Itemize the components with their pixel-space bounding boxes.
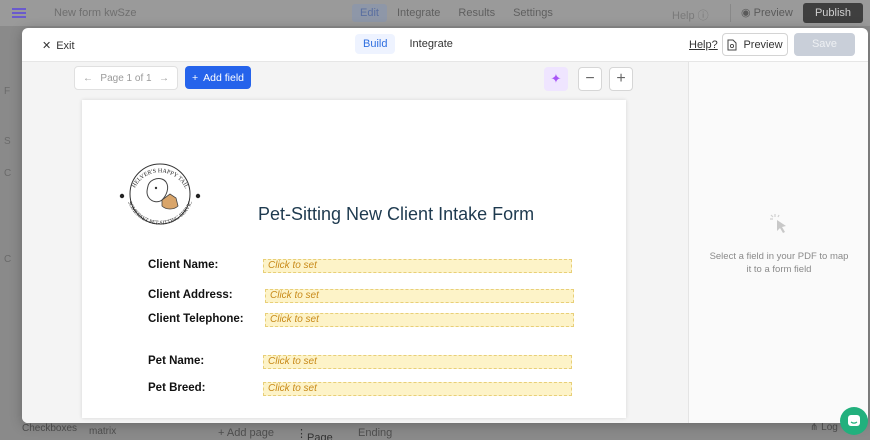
modal-tabs: Build Integrate: [355, 34, 461, 54]
tab-integrate[interactable]: Integrate: [401, 34, 460, 54]
bg-left-letter: C: [4, 254, 12, 265]
bg-matrix: matrix: [89, 426, 117, 437]
auto-detect-sparkle-button[interactable]: ✦: [544, 67, 568, 91]
background-help: Help ⓘ: [672, 10, 709, 22]
field-client-telephone[interactable]: Click to set: [265, 313, 574, 327]
field-label-client-telephone: Client Telephone:: [148, 313, 244, 325]
add-field-button[interactable]: + Add field: [185, 66, 251, 89]
field-pet-name[interactable]: Click to set: [263, 355, 572, 369]
background-help-label: Help: [672, 10, 695, 22]
nav-settings: Settings: [513, 7, 553, 19]
plus-icon: +: [191, 71, 199, 84]
field-label-pet-breed: Pet Breed:: [148, 382, 206, 394]
page-pager: ← Page 1 of 1 →: [74, 66, 178, 90]
field-client-address[interactable]: Click to set: [265, 289, 574, 303]
minus-icon: −: [585, 70, 595, 87]
preview-label: Preview: [743, 38, 783, 51]
background-publish-button: Publish: [803, 3, 863, 23]
bg-left-letter: C: [4, 168, 12, 179]
exit-button[interactable]: ✕ Exit: [42, 39, 75, 53]
svg-text:HELVER'S HAPPY TAILS: HELVER'S HAPPY TAILS: [112, 154, 189, 190]
cursor-click-icon: [770, 214, 786, 233]
page-indicator: Page 1 of 1: [100, 72, 152, 84]
pet-sitting-logo: HELVER'S HAPPY TAILS SOMERSET PET-SITTIN…: [112, 154, 201, 227]
field-label-pet-name: Pet Name:: [148, 355, 205, 367]
pdf-workspace: ← Page 1 of 1 → + Add field ✦ − + HELVER…: [22, 62, 688, 423]
nav-results: Results: [458, 7, 496, 19]
bg-add-page: + Add page: [218, 427, 274, 439]
field-label-client-address: Client Address:: [148, 289, 233, 301]
menu-icon: [12, 8, 26, 18]
background-app-header: New form kwSze Edit Integrate Results Se…: [0, 0, 870, 26]
form-title: Pet-Sitting New Client Intake Form: [258, 204, 535, 224]
plus-icon: +: [616, 70, 626, 87]
bg-left-letter: S: [4, 136, 11, 147]
eye-icon: ◉: [741, 7, 751, 19]
mapping-hint: Select a field in your PDF to map it to …: [709, 251, 849, 275]
pdf-page: HELVER'S HAPPY TAILS SOMERSET PET-SITTIN…: [82, 100, 626, 418]
logo-text-top: HELVER'S HAPPY TAILS: [112, 154, 189, 190]
field-pet-breed[interactable]: Click to set: [263, 382, 572, 396]
field-mapping-panel: Select a field in your PDF to map it to …: [688, 62, 868, 423]
chat-icon: [848, 415, 860, 426]
arrow-left-icon[interactable]: ←: [83, 73, 93, 84]
background-nav: Edit Integrate Results Settings: [352, 4, 561, 22]
pdf-mapping-modal: ✕ Exit Build Integrate Help? Preview Sav…: [22, 28, 868, 423]
help-link[interactable]: Help?: [689, 39, 718, 51]
bg-page-tab: ⋮ Page: [296, 427, 333, 440]
background-log: ⋔ Log: [810, 422, 838, 433]
add-field-label: Add field: [203, 71, 244, 84]
sparkle-icon: ✦: [550, 71, 562, 86]
bg-ending: Ending: [358, 427, 393, 439]
bg-checkboxes: Checkboxes: [22, 423, 78, 434]
chat-support-button[interactable]: [840, 407, 868, 435]
nav-edit: Edit: [352, 4, 387, 22]
exit-label: Exit: [56, 39, 75, 52]
nav-integrate: Integrate: [396, 7, 441, 19]
save-button[interactable]: Save: [794, 33, 855, 56]
field-client-name[interactable]: Click to set: [263, 259, 572, 273]
bg-page-label: Page: [307, 432, 333, 440]
background-preview-label: Preview: [753, 7, 793, 19]
tab-build[interactable]: Build: [355, 34, 396, 54]
zoom-out-button[interactable]: −: [578, 67, 602, 91]
bg-log-label: Log: [821, 422, 838, 433]
modal-header: ✕ Exit Build Integrate Help? Preview Sav…: [22, 28, 868, 62]
close-icon: ✕: [42, 40, 52, 52]
zoom-in-button[interactable]: +: [609, 67, 633, 91]
bg-left-letter: F: [4, 86, 11, 97]
background-preview: ◉ Preview: [730, 4, 803, 22]
arrow-right-icon[interactable]: →: [159, 73, 169, 84]
preview-button[interactable]: Preview: [722, 33, 788, 56]
field-label-client-name: Client Name:: [148, 259, 219, 271]
background-left-panel: F S C C: [0, 26, 22, 440]
share-icon: ⋔: [810, 422, 819, 433]
form-name: New form kwSze: [54, 7, 137, 19]
document-icon: [727, 39, 737, 50]
